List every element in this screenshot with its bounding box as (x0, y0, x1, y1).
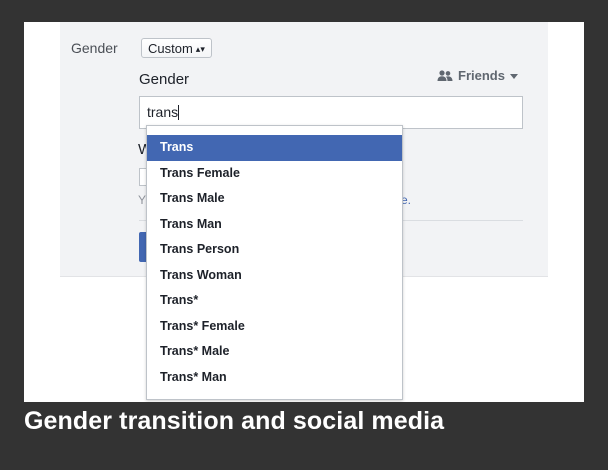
suggestion-item[interactable]: Trans Male (147, 186, 402, 212)
suggestions-dropdown: Trans Trans Female Trans Male Trans Man … (146, 125, 403, 400)
select-arrows-icon: ▴▾ (195, 44, 205, 54)
image-caption: Gender transition and social media (24, 407, 445, 435)
audience-selector[interactable]: Friends (437, 68, 518, 83)
suggestion-item[interactable]: Trans Person (147, 237, 402, 263)
screenshot-frame: Gender Custom▴▾ Gender Friends trans W Y… (24, 22, 584, 402)
partially-hidden-help-text: Y (138, 193, 147, 207)
gender-select[interactable]: Custom ▴▾ (141, 38, 212, 58)
text-cursor (178, 105, 180, 120)
suggestion-item[interactable]: Trans (147, 135, 402, 161)
gender-field-label: Gender (71, 40, 118, 56)
gender-select-value: Custom (148, 41, 193, 56)
suggestion-item[interactable]: Trans* Male (147, 339, 402, 365)
suggestion-item[interactable]: Trans Female (147, 161, 402, 187)
caret-down-icon (509, 73, 518, 79)
suggestion-item[interactable]: Trans* Female (147, 314, 402, 340)
suggestion-item[interactable]: Trans Man (147, 212, 402, 238)
suggestion-item[interactable]: Trans Woman (147, 263, 402, 289)
friends-icon (437, 70, 453, 81)
audience-label: Friends (458, 68, 505, 83)
custom-gender-input-value: trans (147, 104, 179, 120)
suggestion-item[interactable]: Trans* Man (147, 365, 402, 391)
custom-gender-label: Gender (139, 71, 190, 88)
suggestion-item[interactable]: Trans* (147, 288, 402, 314)
